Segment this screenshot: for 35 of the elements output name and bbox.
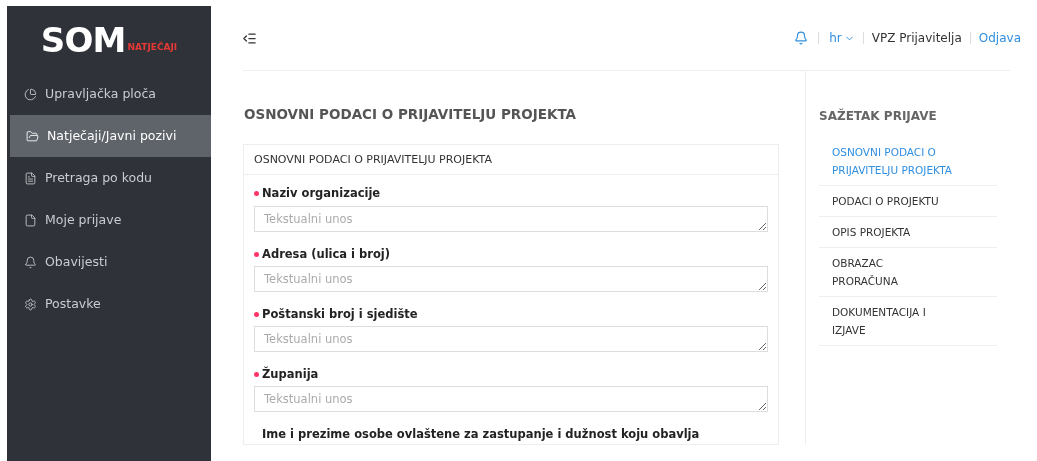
user-name: VPZ Prijavitelja — [871, 30, 962, 47]
menu-toggle-icon[interactable] — [242, 30, 257, 46]
sidebar-item[interactable]: Obavijesti — [7, 241, 211, 283]
summary-link[interactable]: PODACI O PROJEKTU — [819, 186, 997, 217]
language-selector[interactable]: hr — [829, 29, 855, 47]
document-icon — [24, 213, 37, 227]
text-area[interactable]: Tekstualni unos — [254, 265, 768, 292]
summary-link[interactable]: OSNOVNI PODACI O PRIJAVITELJU PROJEKTA — [819, 137, 997, 186]
summary-link[interactable]: DOKUMENTACIJA I IZJAVE — [819, 297, 997, 346]
folder-icon — [26, 129, 39, 143]
card-title: OSNOVNI PODACI O PRIJAVITELJU PROJEKTA — [244, 145, 778, 176]
field-label: Županija — [262, 366, 319, 383]
bell-icon — [24, 255, 37, 269]
settings-icon — [24, 297, 37, 311]
summary-link[interactable]: OPIS PROJEKTA — [819, 217, 997, 248]
text-area[interactable]: Tekstualni unos — [254, 386, 768, 413]
text-area[interactable]: Tekstualni unos — [254, 326, 768, 352]
field-label: Adresa (ulica i broj) — [262, 245, 391, 263]
logout-link[interactable]: Odjava — [978, 29, 1021, 47]
field-label: Poštanski broj i sjedište — [262, 305, 418, 323]
sidebar-item[interactable]: Postavke — [7, 283, 211, 325]
notification-bell-icon[interactable] — [794, 31, 809, 45]
summary-title: SAŽETAK PRIJAVE — [819, 107, 938, 125]
sidebar-item[interactable]: Natječaji/Javni pozivi — [10, 115, 211, 157]
sidebar-item[interactable]: Moje prijave — [7, 199, 211, 241]
sidebar-item[interactable]: Upravljačka ploča — [7, 73, 211, 115]
sidebar-item[interactable]: Pretraga po kodu — [7, 157, 211, 199]
file-icon — [24, 171, 37, 185]
summary-link[interactable]: OBRAZAC PRORAČUNA — [819, 248, 997, 297]
logo: SOM NATJEČAJI — [40, 22, 178, 57]
text-area[interactable]: Tekstualni unos — [254, 205, 768, 232]
field-label: Ime i prezime osobe ovlaštene za zastupanje i dužnost koju obavlja — [261, 426, 701, 444]
page-title: OSNOVNI PODACI O PRIJAVITELJU PROJEKTA — [243, 105, 578, 124]
pie-chart-icon — [24, 87, 37, 101]
field-label: Naziv organizacije — [262, 185, 381, 203]
